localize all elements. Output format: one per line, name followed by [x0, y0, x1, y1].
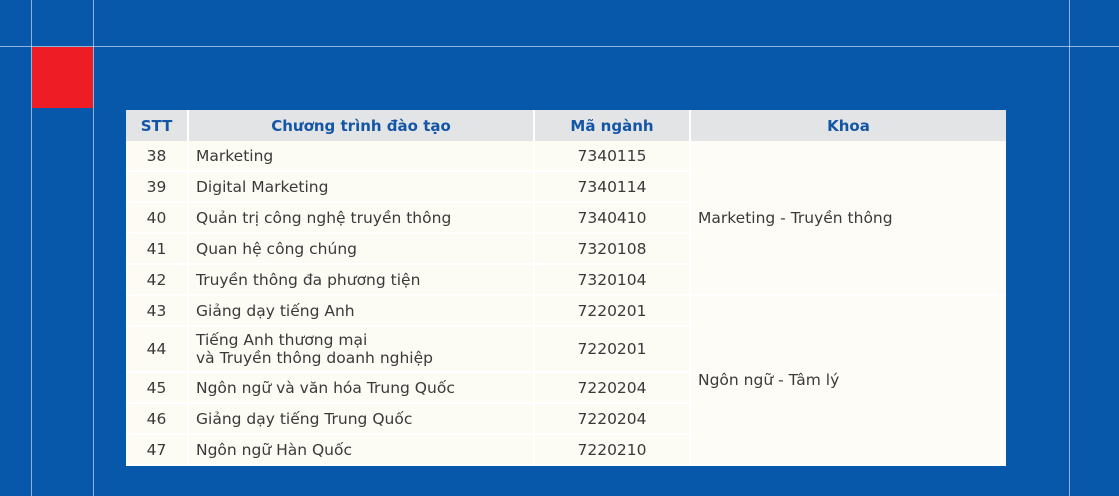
header-faculty: Khoa [690, 110, 1006, 141]
programs-table: STT Chương trình đào tạo Mã ngành Khoa 3… [126, 110, 1006, 466]
table-row: 43 Giảng dạy tiếng Anh 7220201 Ngôn ngữ … [126, 295, 1006, 466]
row-program-line1: Tiếng Anh thương mại [196, 331, 368, 349]
row-code: 7340114 [534, 171, 691, 203]
row-code: 7340410 [534, 202, 691, 234]
row-stt: 42 [126, 264, 189, 296]
table-header-row: STT Chương trình đào tạo Mã ngành Khoa [126, 110, 1006, 141]
row-code: 7220201 [534, 326, 691, 373]
red-accent-square [32, 47, 93, 108]
row-stt: 39 [126, 171, 189, 203]
row-program: Ngôn ngữ và văn hóa Trung Quốc [188, 372, 535, 404]
row-code: 7220201 [534, 295, 691, 327]
row-program: Quan hệ công chúng [188, 233, 535, 265]
row-program: Giảng dạy tiếng Anh [188, 295, 535, 327]
row-stt: 44 [126, 326, 189, 373]
row-program: Ngôn ngữ Hàn Quốc [188, 434, 535, 466]
table-row: 38 Marketing 7340115 Marketing - Truyền … [126, 141, 1006, 296]
faculty-language: Ngôn ngữ - Tâm lý [690, 295, 1006, 466]
header-stt: STT [126, 110, 189, 141]
row-code: 7320108 [534, 233, 691, 265]
row-code: 7340115 [534, 141, 691, 172]
faculty-marketing: Marketing - Truyền thông [690, 141, 1006, 296]
row-program-line2: và Truyền thông doanh nghiệp [196, 349, 433, 367]
grid-line-vertical [1069, 0, 1070, 496]
row-program: Truyền thông đa phương tiện [188, 264, 535, 296]
row-stt: 41 [126, 233, 189, 265]
header-code: Mã ngành [534, 110, 691, 141]
row-program: Giảng dạy tiếng Trung Quốc [188, 403, 535, 435]
row-stt: 45 [126, 372, 189, 404]
row-stt: 46 [126, 403, 189, 435]
row-program: Tiếng Anh thương mại và Truyền thông doa… [188, 326, 535, 373]
row-code: 7220210 [534, 434, 691, 466]
row-stt: 47 [126, 434, 189, 466]
row-program: Marketing [188, 141, 535, 172]
row-stt: 40 [126, 202, 189, 234]
row-code: 7220204 [534, 372, 691, 404]
grid-line-horizontal [0, 46, 1119, 47]
row-code: 7320104 [534, 264, 691, 296]
row-program: Digital Marketing [188, 171, 535, 203]
grid-line-vertical [93, 0, 94, 496]
row-stt: 38 [126, 141, 189, 172]
header-program: Chương trình đào tạo [188, 110, 535, 141]
row-code: 7220204 [534, 403, 691, 435]
row-program: Quản trị công nghệ truyền thông [188, 202, 535, 234]
row-stt: 43 [126, 295, 189, 327]
